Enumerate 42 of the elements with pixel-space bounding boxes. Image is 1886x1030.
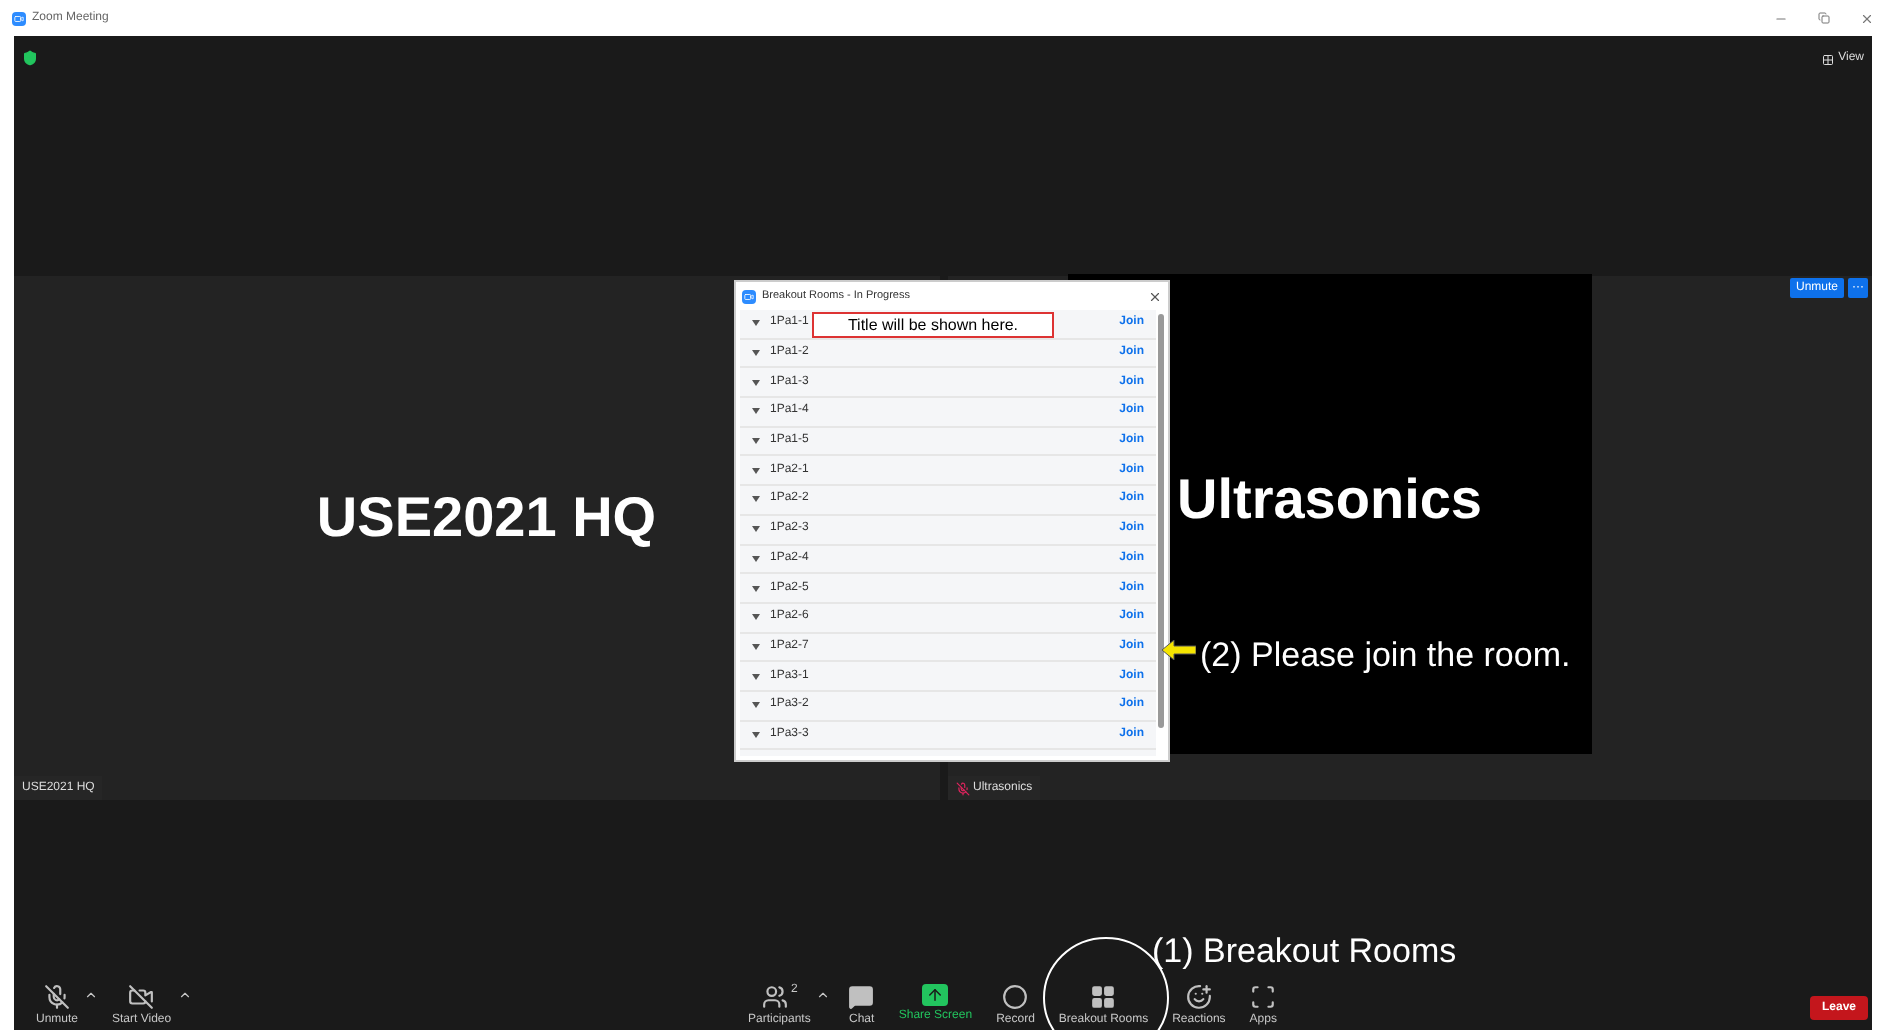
participant-name: USE2021 HQ (316, 484, 657, 552)
speech-bubble-icon (848, 984, 875, 1010)
app-logo-icon (12, 11, 26, 25)
close-icon[interactable] (1148, 289, 1162, 303)
join-note-label: (2) Please join the room. (1200, 634, 1571, 678)
muted-microphone-icon (44, 984, 70, 1010)
participant-name: Ultrasonics (1177, 465, 1482, 533)
record-icon (1002, 984, 1029, 1010)
title-note-label: Title will be shown here. (812, 312, 1054, 338)
app-logo-icon (742, 289, 756, 303)
shield-icon (22, 50, 38, 66)
expand-caret-icon[interactable] (752, 731, 760, 738)
expand-caret-icon[interactable] (752, 350, 760, 357)
expand-caret-icon[interactable] (752, 438, 760, 445)
expand-caret-icon[interactable] (752, 555, 760, 562)
caret-icon[interactable] (177, 988, 192, 1002)
people-icon (761, 984, 787, 1010)
expand-caret-icon[interactable] (752, 702, 760, 709)
expand-caret-icon[interactable] (752, 673, 760, 680)
breakout-note-label: (1) Breakout Rooms (1152, 930, 1457, 974)
expand-caret-icon[interactable] (752, 585, 760, 592)
grid-icon (1090, 984, 1117, 1010)
share-screen-icon (922, 984, 949, 1006)
close-icon[interactable] (1860, 11, 1874, 25)
expand-caret-icon[interactable] (752, 320, 760, 327)
expand-caret-icon[interactable] (752, 379, 760, 386)
apps-icon (1250, 984, 1277, 1010)
caret-icon[interactable] (816, 988, 831, 1002)
expand-caret-icon[interactable] (752, 467, 760, 474)
expand-caret-icon[interactable] (752, 496, 760, 503)
scrollbar[interactable] (1158, 314, 1164, 728)
expand-caret-icon[interactable] (752, 643, 760, 650)
smiley-icon (1185, 984, 1212, 1010)
muted-microphone-icon (955, 781, 969, 795)
expand-caret-icon[interactable] (752, 408, 760, 415)
restore-icon[interactable] (1818, 12, 1830, 24)
grid-icon (1822, 53, 1835, 65)
expand-caret-icon[interactable] (752, 614, 760, 621)
caret-icon[interactable] (84, 988, 99, 1002)
expand-caret-icon[interactable] (752, 526, 760, 533)
video-off-icon (128, 984, 155, 1010)
arrow-icon (1162, 640, 1196, 660)
